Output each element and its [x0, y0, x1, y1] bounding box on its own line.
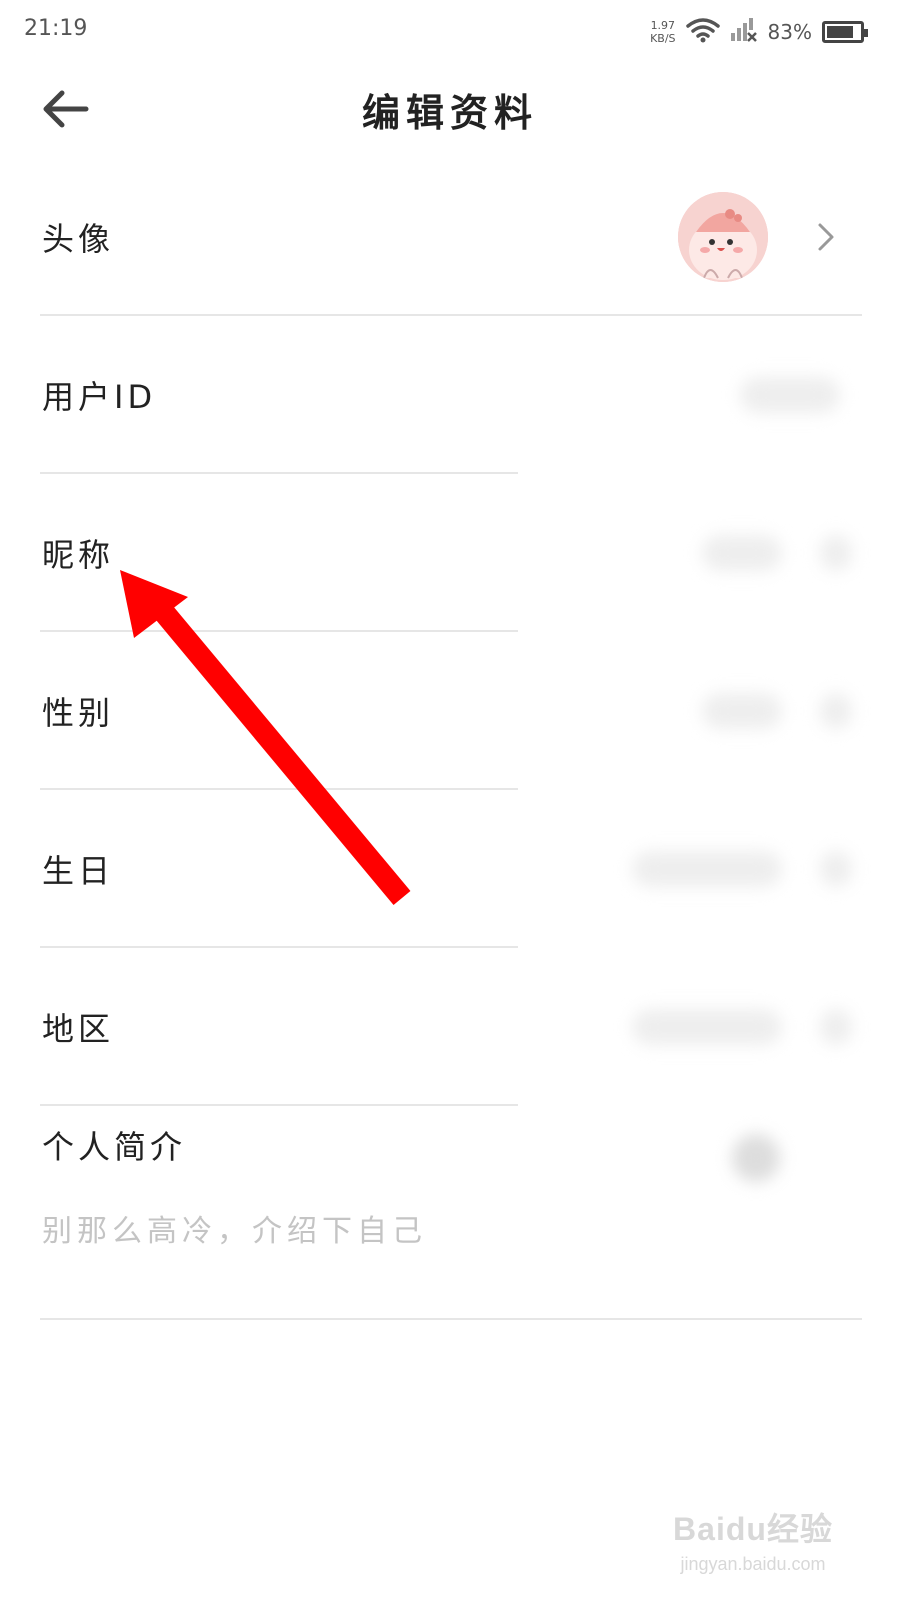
gender-value-redacted [702, 693, 782, 729]
chevron-right-icon [820, 693, 852, 729]
status-indicators: 1.97 KB/S 83% [650, 12, 868, 52]
nickname-value-redacted [702, 535, 782, 571]
page-title: 编辑资料 [361, 91, 538, 135]
watermark: Baidu经验 jingyan.baidu.com [668, 1494, 838, 1584]
bio-placeholder[interactable]: 别那么高冷，介绍下自己 [42, 1206, 427, 1250]
wifi-icon [685, 17, 720, 47]
row-region-label: 地区 [42, 1010, 115, 1048]
row-birthday[interactable]: 生日 [0, 790, 900, 948]
user-id-value-redacted [740, 377, 840, 413]
row-nickname-label: 昵称 [42, 536, 115, 574]
row-user-id-label: 用户ID [42, 378, 157, 416]
row-gender-label: 性别 [42, 694, 115, 732]
watermark-logo: Baidu经验 [673, 1511, 833, 1547]
chevron-right-icon [818, 223, 834, 251]
bio-icon-redacted [732, 1134, 780, 1182]
row-avatar[interactable]: 头像 [0, 158, 900, 316]
network-speed: 1.97 KB/S [650, 19, 675, 45]
network-speed-value: 1.97 [650, 19, 676, 32]
chevron-right-icon [820, 535, 852, 571]
battery-fill [827, 26, 853, 38]
status-bar: 21:19 1.97 KB/S 83% [0, 0, 900, 64]
chevron-right-icon [820, 1009, 852, 1045]
row-region[interactable]: 地区 [0, 948, 900, 1106]
watermark-url: jingyan.baidu.com [680, 1554, 826, 1574]
avatar[interactable] [678, 192, 768, 282]
battery-icon [822, 21, 868, 43]
profile-field-list: 头像 用户ID 昵称 性别 生日 地区 个人简介 别那么高冷，介绍下自己 [0, 158, 900, 1320]
status-time: 21:19 [24, 16, 88, 41]
birthday-value-redacted [632, 851, 782, 887]
region-value-redacted [632, 1009, 782, 1045]
bio-label: 个人简介 [42, 1128, 187, 1166]
network-speed-unit: KB/S [650, 32, 676, 45]
signal-off-icon [730, 17, 758, 47]
row-user-id[interactable]: 用户ID [0, 316, 900, 474]
row-nickname[interactable]: 昵称 [0, 474, 900, 632]
row-avatar-label: 头像 [42, 220, 115, 258]
row-gender[interactable]: 性别 [0, 632, 900, 790]
bio-section[interactable]: 个人简介 别那么高冷，介绍下自己 [0, 1106, 900, 1320]
divider [40, 1318, 862, 1320]
battery-percent: 83% [767, 20, 812, 44]
header: 编辑资料 [0, 64, 900, 154]
row-birthday-label: 生日 [42, 852, 115, 890]
chevron-right-icon [820, 851, 852, 887]
